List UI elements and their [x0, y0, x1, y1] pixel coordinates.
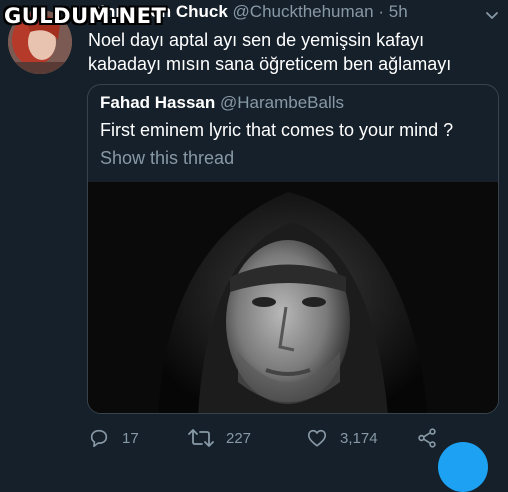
like-count: 3,174 — [340, 429, 378, 447]
quoted-author-handle: @HarambeBalls — [220, 93, 345, 112]
author-handle[interactable]: @Chuckthehuman — [233, 2, 374, 21]
retweet-icon — [188, 429, 214, 447]
share-button[interactable] — [416, 426, 450, 450]
retweet-count: 227 — [226, 429, 252, 447]
tweet-timestamp[interactable]: 5h — [389, 2, 408, 21]
tweet-text-line: kabadayı mısın sana öğreticem ben ağlama… — [88, 54, 452, 74]
reply-button[interactable]: 17 — [88, 426, 139, 450]
show-thread-link[interactable]: Show this thread — [100, 148, 234, 169]
tweet-action-bar: 17 227 3,174 — [88, 426, 498, 454]
tweet-text-line: Noel dayı aptal ayı sen de yemişsin kafa… — [88, 30, 425, 50]
share-icon — [418, 428, 436, 448]
reply-icon — [90, 429, 108, 448]
tweet-text: Noel dayı aptal ayı sen de yemişsin kafa… — [88, 28, 498, 76]
chevron-down-icon[interactable] — [484, 8, 500, 24]
retweet-button[interactable]: 227 — [188, 426, 251, 450]
compose-tweet-button[interactable] — [438, 442, 488, 492]
quoted-tweet-card[interactable]: Fahad Hassan @HarambeBalls First eminem … — [87, 84, 499, 414]
quoted-author-display-name: Fahad Hassan — [100, 93, 216, 112]
separator-dot: · — [378, 2, 384, 21]
quoted-tweet-header: Fahad Hassan @HarambeBalls — [100, 93, 344, 113]
hooded-portrait-image — [88, 182, 498, 413]
quoted-tweet-text: First eminem lyric that comes to your mi… — [100, 120, 454, 140]
reply-count: 17 — [122, 429, 139, 447]
like-button[interactable]: 3,174 — [306, 426, 378, 450]
watermark-text: GULDUM.NET — [4, 4, 167, 28]
quoted-tweet-photo[interactable] — [88, 182, 498, 413]
heart-icon — [307, 429, 327, 447]
